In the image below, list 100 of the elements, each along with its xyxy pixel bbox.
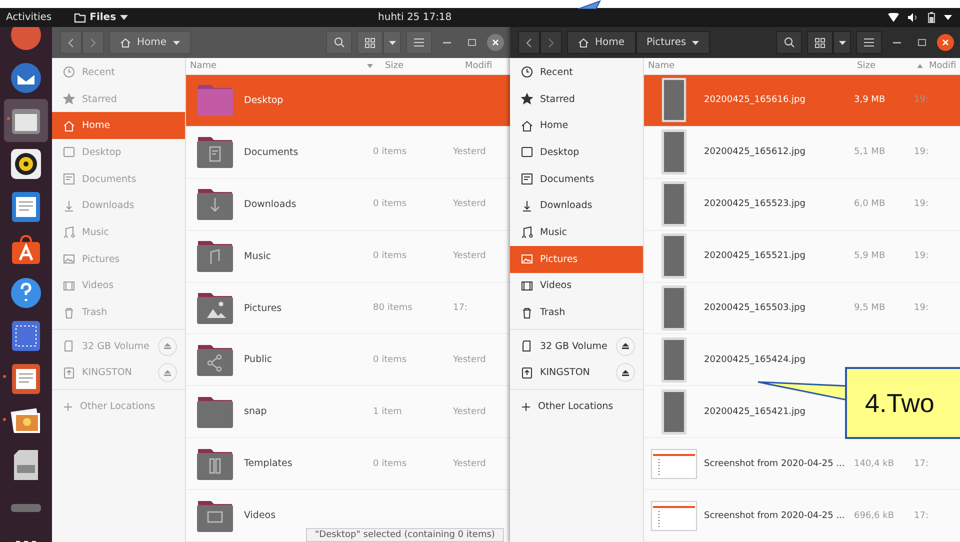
document-icon[interactable] xyxy=(11,362,41,394)
downloads-icon xyxy=(521,200,533,212)
menu-icon xyxy=(864,38,874,47)
pictures-icon xyxy=(521,253,533,266)
sidebar-item[interactable]: 32 GB Volume xyxy=(510,332,643,360)
screenshot-thumbnail xyxy=(651,448,697,479)
sidebar-item[interactable]: Other Locations xyxy=(510,393,643,420)
modified-date: 19: xyxy=(913,251,928,262)
file-row[interactable]: 20200425_165521.jpg 5,9 MB 19: xyxy=(644,230,960,283)
drive-icon xyxy=(63,340,75,352)
document-icon[interactable] xyxy=(11,190,41,222)
usb-drive-icon xyxy=(63,366,75,379)
path-button[interactable]: Pictures xyxy=(636,31,710,54)
drive-icon xyxy=(521,340,533,352)
mail-icon[interactable] xyxy=(10,62,42,94)
file-row[interactable]: 20200425_165612.jpg 5,1 MB 19: xyxy=(644,126,960,179)
file-row[interactable]: 20200425_165503.jpg 9,5 MB 19: xyxy=(644,282,960,334)
forward-button[interactable] xyxy=(540,31,562,54)
file-name: 20200425_165523.jpg xyxy=(704,199,806,210)
view-options-button[interactable] xyxy=(833,31,851,54)
wifi-icon[interactable] xyxy=(888,13,899,22)
shopping-bag-icon[interactable] xyxy=(10,234,42,266)
view-toggle-button[interactable] xyxy=(807,31,833,54)
file-row[interactable]: Templates 0 items Yesterd xyxy=(186,438,510,490)
back-button[interactable] xyxy=(60,31,82,54)
sidebar-item[interactable]: Desktop xyxy=(510,139,643,166)
desktop-icon xyxy=(63,146,75,158)
file-row[interactable]: Documents 0 items Yesterd xyxy=(186,126,510,179)
clock[interactable]: huhti 25 17:18 xyxy=(378,12,452,23)
path-button[interactable]: Home xyxy=(567,31,636,54)
sidebar-item[interactable]: Downloads xyxy=(510,192,643,220)
search-icon xyxy=(334,37,344,48)
desktop-icon xyxy=(521,146,533,158)
help-icon[interactable] xyxy=(10,276,42,308)
sidebar-item[interactable]: Documents xyxy=(510,166,643,192)
documents-icon xyxy=(63,173,75,186)
photo-placeholder xyxy=(662,338,686,382)
file-row[interactable]: Desktop xyxy=(186,75,510,127)
menu-button[interactable] xyxy=(856,31,882,54)
sidebar-item[interactable]: Pictures xyxy=(510,246,643,272)
browser-icon[interactable] xyxy=(10,27,42,50)
search-button[interactable] xyxy=(776,31,802,54)
selection-icon[interactable] xyxy=(11,320,41,352)
caret-icon[interactable] xyxy=(944,15,952,20)
trash-icon xyxy=(521,306,533,319)
music-folder-icon xyxy=(196,239,234,274)
view-toggle-button[interactable] xyxy=(357,31,383,54)
memory-card-icon[interactable] xyxy=(13,448,39,480)
file-row[interactable]: 20200425_165616.jpg 3,9 MB 19: xyxy=(644,75,960,127)
file-row[interactable]: 20200425_165523.jpg 6,0 MB 19: xyxy=(644,178,960,231)
forward-button[interactable] xyxy=(82,31,104,54)
menu-button[interactable] xyxy=(406,31,432,54)
file-row[interactable]: snap 1 item Yesterd xyxy=(186,386,510,438)
back-button[interactable] xyxy=(518,31,540,54)
close-button[interactable] xyxy=(487,34,504,51)
search-button[interactable] xyxy=(326,31,352,54)
file-size: 1 item xyxy=(373,406,403,417)
eject-button[interactable] xyxy=(616,336,635,356)
callout-arrow xyxy=(576,0,602,9)
photo-placeholder xyxy=(662,286,686,330)
speaker-icon[interactable] xyxy=(10,148,42,180)
sidebar-item[interactable]: Recent xyxy=(510,59,643,86)
volume-icon[interactable] xyxy=(908,13,919,22)
activities-button[interactable]: Activities xyxy=(6,12,52,23)
recent-icon xyxy=(521,66,533,78)
sidebar-item[interactable]: Home xyxy=(52,112,185,140)
music-icon xyxy=(521,226,533,238)
modified-date: 17: xyxy=(452,303,468,313)
app-menu[interactable]: Files xyxy=(74,12,128,23)
path-button[interactable]: Home xyxy=(109,31,191,54)
view-options-button[interactable] xyxy=(383,31,401,54)
sidebar-item[interactable]: Starred xyxy=(510,86,643,112)
file-size: 9,5 MB xyxy=(854,303,886,313)
close-button[interactable] xyxy=(937,34,954,51)
file-row[interactable]: Pictures 80 items 17: xyxy=(186,282,510,334)
battery-icon[interactable] xyxy=(928,12,935,23)
photo-stack-icon[interactable] xyxy=(9,408,43,436)
trash-icon xyxy=(63,306,75,319)
star-icon xyxy=(63,93,75,106)
sidebar-item[interactable]: Music xyxy=(510,219,643,246)
folder-icon xyxy=(74,12,86,22)
file-row[interactable]: Music 0 items Yesterd xyxy=(186,230,510,283)
modified-date: Yesterd xyxy=(452,406,486,417)
file-row[interactable]: Public 0 items Yesterd xyxy=(186,334,510,386)
file-size: 140,4 kB xyxy=(854,458,896,469)
sidebar-item[interactable]: Trash xyxy=(510,299,643,326)
sidebar-item[interactable]: Home xyxy=(510,112,643,140)
chevron-left-icon xyxy=(526,38,532,48)
grid-icon xyxy=(365,38,375,48)
file-row[interactable]: Screenshot from 2020-04-25 ... 696,6 kB 17: xyxy=(644,490,960,542)
file-row[interactable]: Downloads 0 items Yesterd xyxy=(186,178,510,231)
eject-icon xyxy=(164,370,171,376)
public-folder-icon xyxy=(196,342,234,377)
file-name: Videos xyxy=(244,510,277,522)
sidebar-item[interactable]: KINGSTON xyxy=(510,360,643,386)
caret-icon xyxy=(692,40,700,44)
eject-button[interactable] xyxy=(616,363,635,382)
sidebar-item[interactable]: Videos xyxy=(510,272,643,300)
drive-icon[interactable] xyxy=(11,504,41,512)
downloads-folder-icon xyxy=(196,187,234,222)
